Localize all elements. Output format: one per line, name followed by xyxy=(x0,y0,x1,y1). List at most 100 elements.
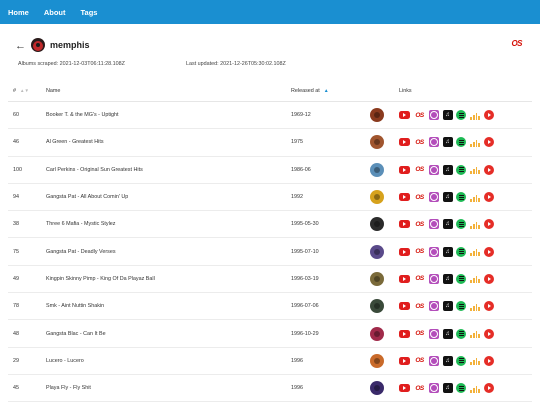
album-name: Kingpin Skinny Pimp - King Of Da Playaz … xyxy=(46,275,155,282)
discogs-icon[interactable] xyxy=(429,273,439,284)
column-header-released[interactable]: Released at ▲ xyxy=(291,80,329,101)
spotify-icon[interactable] xyxy=(456,164,466,175)
column-header-num[interactable]: # ▲▼ xyxy=(13,80,29,101)
apple-music-icon[interactable]: ♫ xyxy=(442,137,453,148)
sort-ascending-icon: ▲ xyxy=(323,87,329,94)
spotify-icon[interactable] xyxy=(456,137,466,148)
spotify-icon[interactable] xyxy=(456,383,466,394)
youtube-icon[interactable] xyxy=(399,356,410,365)
release-date: 1975 xyxy=(291,139,303,146)
row-num: 48 xyxy=(13,330,19,337)
youtube-music-icon[interactable] xyxy=(484,273,494,284)
row-num: 29 xyxy=(13,357,19,364)
album-cover xyxy=(370,348,384,374)
apple-music-icon[interactable]: ♫ xyxy=(442,110,453,121)
discogs-icon[interactable] xyxy=(429,328,439,339)
lastfm-icon[interactable]: OS xyxy=(414,301,426,311)
spotify-icon[interactable] xyxy=(456,301,466,312)
deezer-icon[interactable] xyxy=(470,247,481,257)
lastfm-link-icon[interactable]: OS xyxy=(511,39,522,48)
deezer-icon[interactable] xyxy=(470,384,481,393)
apple-music-icon[interactable]: ♫ xyxy=(442,164,453,175)
lastfm-icon[interactable]: OS xyxy=(414,383,426,393)
lastfm-icon[interactable]: OS xyxy=(414,110,426,120)
album-links: OS ♫ xyxy=(399,184,498,210)
column-num-label: # xyxy=(13,87,16,94)
youtube-icon[interactable] xyxy=(399,384,410,393)
youtube-music-icon[interactable] xyxy=(484,110,494,121)
youtube-music-icon[interactable] xyxy=(484,355,494,366)
apple-music-icon[interactable]: ♫ xyxy=(442,273,453,284)
spotify-icon[interactable] xyxy=(456,273,466,284)
discogs-icon[interactable] xyxy=(429,192,439,203)
youtube-music-icon[interactable] xyxy=(484,137,494,148)
apple-music-icon[interactable]: ♫ xyxy=(442,383,453,394)
deezer-icon[interactable] xyxy=(470,356,481,366)
youtube-icon[interactable] xyxy=(399,247,410,256)
album-links: OS ♫ xyxy=(399,348,498,374)
spotify-icon[interactable] xyxy=(456,246,466,257)
column-header-name[interactable]: Name xyxy=(46,80,60,101)
spotify-icon[interactable] xyxy=(456,110,466,121)
spotify-icon[interactable] xyxy=(456,355,466,366)
deezer-icon[interactable] xyxy=(470,329,481,339)
spotify-icon[interactable] xyxy=(456,219,466,230)
discogs-icon[interactable] xyxy=(429,164,439,175)
lastfm-icon[interactable]: OS xyxy=(414,329,426,339)
youtube-music-icon[interactable] xyxy=(484,246,494,257)
discogs-icon[interactable] xyxy=(429,137,439,148)
spotify-icon[interactable] xyxy=(456,192,466,203)
deezer-icon[interactable] xyxy=(470,138,481,147)
album-cover xyxy=(370,266,384,292)
apple-music-icon[interactable]: ♫ xyxy=(442,219,453,230)
youtube-music-icon[interactable] xyxy=(484,192,494,203)
deezer-icon[interactable] xyxy=(470,220,481,229)
sort-arrows-icon: ▲▼ xyxy=(20,88,29,93)
album-cover xyxy=(370,129,384,155)
youtube-icon[interactable] xyxy=(399,274,410,283)
discogs-icon[interactable] xyxy=(429,219,439,230)
spotify-icon[interactable] xyxy=(456,328,466,339)
youtube-music-icon[interactable] xyxy=(484,219,494,230)
table-row: 48 Gangsta Blac - Can It Be 1996-10-29 O… xyxy=(8,320,532,348)
discogs-icon[interactable] xyxy=(429,246,439,257)
lastfm-icon[interactable]: OS xyxy=(414,165,426,175)
youtube-icon[interactable] xyxy=(399,111,410,120)
youtube-icon[interactable] xyxy=(399,302,410,311)
lastfm-icon[interactable]: OS xyxy=(414,137,426,147)
apple-music-icon[interactable]: ♫ xyxy=(442,192,453,203)
youtube-icon[interactable] xyxy=(399,165,410,174)
discogs-icon[interactable] xyxy=(429,301,439,312)
discogs-icon[interactable] xyxy=(429,355,439,366)
row-num: 94 xyxy=(13,194,19,201)
youtube-music-icon[interactable] xyxy=(484,164,494,175)
deezer-icon[interactable] xyxy=(470,193,481,202)
youtube-music-icon[interactable] xyxy=(484,328,494,339)
youtube-icon[interactable] xyxy=(399,138,410,147)
discogs-icon[interactable] xyxy=(429,383,439,394)
lastfm-icon[interactable]: OS xyxy=(414,274,426,284)
apple-music-icon[interactable]: ♫ xyxy=(442,328,453,339)
apple-music-icon[interactable]: ♫ xyxy=(442,301,453,312)
lastfm-icon[interactable]: OS xyxy=(414,192,426,202)
deezer-icon[interactable] xyxy=(470,274,481,284)
nav-home[interactable]: Home xyxy=(8,8,29,17)
youtube-icon[interactable] xyxy=(399,329,410,338)
deezer-icon[interactable] xyxy=(470,165,481,175)
lastfm-icon[interactable]: OS xyxy=(414,356,426,366)
back-arrow-icon[interactable]: ← xyxy=(15,40,27,52)
nav-about[interactable]: About xyxy=(44,8,66,17)
nav-tags[interactable]: Tags xyxy=(81,8,98,17)
youtube-music-icon[interactable] xyxy=(484,383,494,394)
deezer-icon[interactable] xyxy=(470,302,481,311)
youtube-icon[interactable] xyxy=(399,193,410,202)
apple-music-icon[interactable]: ♫ xyxy=(442,246,453,257)
deezer-icon[interactable] xyxy=(470,111,481,120)
album-links: OS ♫ xyxy=(399,238,498,264)
youtube-music-icon[interactable] xyxy=(484,301,494,312)
apple-music-icon[interactable]: ♫ xyxy=(442,355,453,366)
youtube-icon[interactable] xyxy=(399,220,410,229)
lastfm-icon[interactable]: OS xyxy=(414,219,426,229)
lastfm-icon[interactable]: OS xyxy=(414,247,426,257)
discogs-icon[interactable] xyxy=(429,110,439,121)
